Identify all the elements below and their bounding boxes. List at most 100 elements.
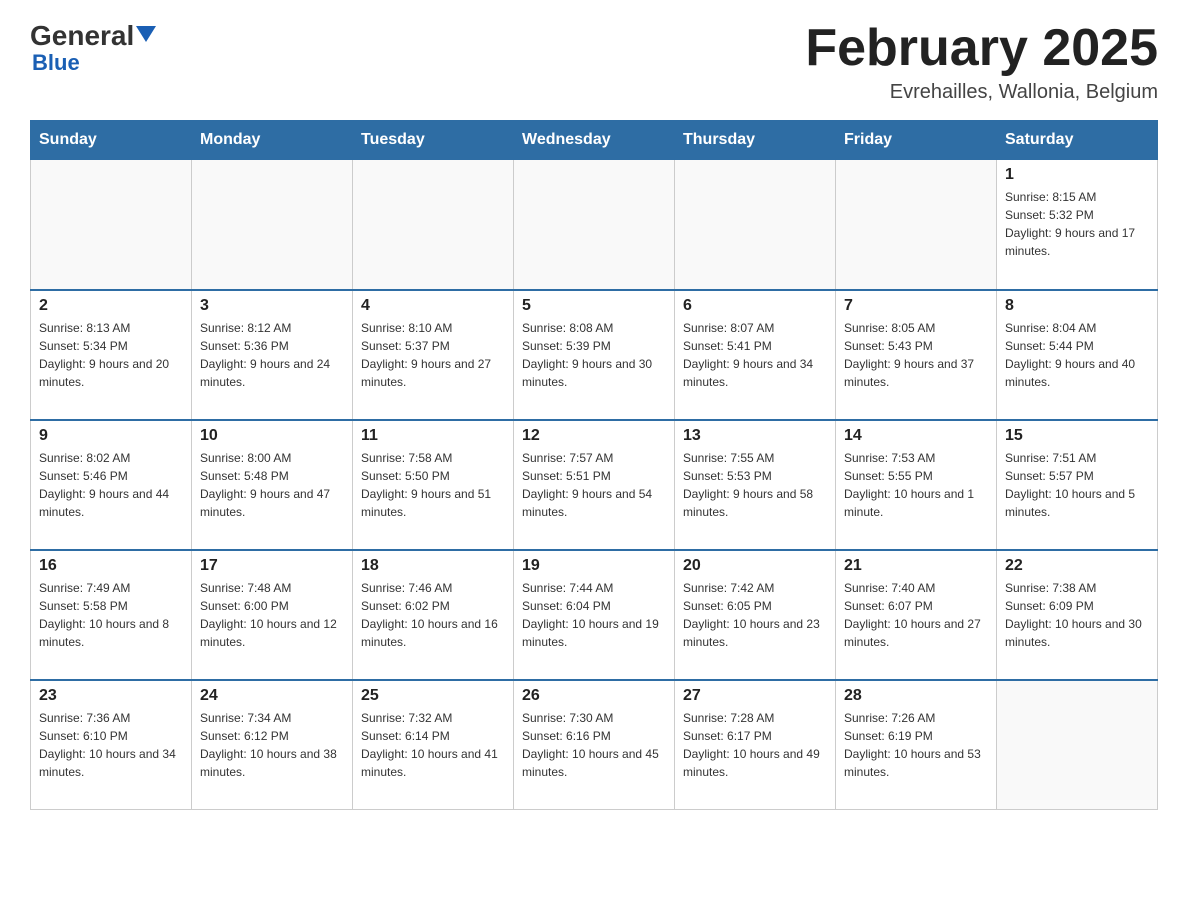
day-number: 25	[361, 687, 505, 705]
calendar-cell: 1 Sunrise: 8:15 AMSunset: 5:32 PMDaylight…	[997, 160, 1158, 290]
calendar-header-row: Sunday Monday Tuesday Wednesday Thursday…	[31, 121, 1158, 160]
calendar-cell: 24 Sunrise: 7:34 AMSunset: 6:12 PMDayligh…	[192, 680, 353, 810]
day-info: Sunrise: 7:38 AMSunset: 6:09 PMDaylight:…	[1005, 579, 1149, 651]
header-wednesday: Wednesday	[514, 121, 675, 160]
calendar-cell	[353, 160, 514, 290]
day-info: Sunrise: 7:55 AMSunset: 5:53 PMDaylight:…	[683, 449, 827, 521]
calendar-cell: 3 Sunrise: 8:12 AMSunset: 5:36 PMDaylight…	[192, 290, 353, 420]
calendar-cell: 15 Sunrise: 7:51 AMSunset: 5:57 PMDayligh…	[997, 420, 1158, 550]
calendar-cell: 16Sunrise: 7:49 AMSunset: 5:58 PMDayligh…	[31, 550, 192, 680]
logo-triangle-icon	[136, 26, 156, 42]
day-number: 24	[200, 687, 344, 705]
day-info: Sunrise: 7:58 AMSunset: 5:50 PMDaylight:…	[361, 449, 505, 521]
calendar-cell: 18 Sunrise: 7:46 AMSunset: 6:02 PMDayligh…	[353, 550, 514, 680]
day-info: Sunrise: 8:13 AMSunset: 5:34 PMDaylight:…	[39, 319, 183, 391]
header-monday: Monday	[192, 121, 353, 160]
calendar-cell: 13 Sunrise: 7:55 AMSunset: 5:53 PMDayligh…	[675, 420, 836, 550]
calendar-cell: 26 Sunrise: 7:30 AMSunset: 6:16 PMDayligh…	[514, 680, 675, 810]
day-info: Sunrise: 7:46 AMSunset: 6:02 PMDaylight:…	[361, 579, 505, 651]
day-number: 1	[1005, 166, 1149, 184]
day-info: Sunrise: 8:04 AMSunset: 5:44 PMDaylight:…	[1005, 319, 1149, 391]
logo-general-text: General	[30, 20, 134, 52]
day-number: 12	[522, 427, 666, 445]
day-number: 7	[844, 297, 988, 315]
calendar-cell: 9 Sunrise: 8:02 AMSunset: 5:46 PMDaylight…	[31, 420, 192, 550]
day-info: Sunrise: 8:15 AMSunset: 5:32 PMDaylight:…	[1005, 188, 1149, 260]
calendar-week-5: 23 Sunrise: 7:36 AMSunset: 6:10 PMDayligh…	[31, 680, 1158, 810]
calendar-cell: 25 Sunrise: 7:32 AMSunset: 6:14 PMDayligh…	[353, 680, 514, 810]
day-number: 8	[1005, 297, 1149, 315]
day-number: 2	[39, 297, 183, 315]
calendar-cell: 8 Sunrise: 8:04 AMSunset: 5:44 PMDaylight…	[997, 290, 1158, 420]
day-info: Sunrise: 7:32 AMSunset: 6:14 PMDaylight:…	[361, 709, 505, 781]
day-number: 5	[522, 297, 666, 315]
day-number: 6	[683, 297, 827, 315]
day-info: Sunrise: 8:07 AMSunset: 5:41 PMDaylight:…	[683, 319, 827, 391]
day-number: 23	[39, 687, 183, 705]
day-info: Sunrise: 8:02 AMSunset: 5:46 PMDaylight:…	[39, 449, 183, 521]
header-friday: Friday	[836, 121, 997, 160]
header-thursday: Thursday	[675, 121, 836, 160]
calendar-cell: 2 Sunrise: 8:13 AMSunset: 5:34 PMDaylight…	[31, 290, 192, 420]
day-info: Sunrise: 7:26 AMSunset: 6:19 PMDaylight:…	[844, 709, 988, 781]
logo-blue-text: Blue	[32, 50, 80, 76]
calendar-cell: 17Sunrise: 7:48 AMSunset: 6:00 PMDayligh…	[192, 550, 353, 680]
calendar-cell: 23 Sunrise: 7:36 AMSunset: 6:10 PMDayligh…	[31, 680, 192, 810]
day-number: 18	[361, 557, 505, 575]
day-number: 22	[1005, 557, 1149, 575]
calendar-cell: 5Sunrise: 8:08 AMSunset: 5:39 PMDaylight…	[514, 290, 675, 420]
day-info: Sunrise: 7:34 AMSunset: 6:12 PMDaylight:…	[200, 709, 344, 781]
calendar-cell: 20 Sunrise: 7:42 AMSunset: 6:05 PMDayligh…	[675, 550, 836, 680]
calendar-cell: 22 Sunrise: 7:38 AMSunset: 6:09 PMDayligh…	[997, 550, 1158, 680]
header-sunday: Sunday	[31, 121, 192, 160]
day-info: Sunrise: 8:10 AMSunset: 5:37 PMDaylight:…	[361, 319, 505, 391]
calendar-cell: 21Sunrise: 7:40 AMSunset: 6:07 PMDayligh…	[836, 550, 997, 680]
logo: General	[30, 20, 156, 52]
title-area: February 2025 Evrehailles, Wallonia, Bel…	[805, 20, 1158, 104]
day-info: Sunrise: 7:36 AMSunset: 6:10 PMDaylight:…	[39, 709, 183, 781]
calendar-cell	[997, 680, 1158, 810]
day-info: Sunrise: 7:53 AMSunset: 5:55 PMDaylight:…	[844, 449, 988, 521]
day-number: 15	[1005, 427, 1149, 445]
day-number: 13	[683, 427, 827, 445]
day-info: Sunrise: 7:30 AMSunset: 6:16 PMDaylight:…	[522, 709, 666, 781]
calendar-cell	[836, 160, 997, 290]
calendar-week-4: 16Sunrise: 7:49 AMSunset: 5:58 PMDayligh…	[31, 550, 1158, 680]
day-info: Sunrise: 7:44 AMSunset: 6:04 PMDaylight:…	[522, 579, 666, 651]
day-info: Sunrise: 7:48 AMSunset: 6:00 PMDaylight:…	[200, 579, 344, 651]
day-number: 19	[522, 557, 666, 575]
calendar-cell: 6 Sunrise: 8:07 AMSunset: 5:41 PMDaylight…	[675, 290, 836, 420]
day-number: 28	[844, 687, 988, 705]
calendar-cell: 7 Sunrise: 8:05 AMSunset: 5:43 PMDaylight…	[836, 290, 997, 420]
calendar-cell: 10Sunrise: 8:00 AMSunset: 5:48 PMDayligh…	[192, 420, 353, 550]
day-info: Sunrise: 7:51 AMSunset: 5:57 PMDaylight:…	[1005, 449, 1149, 521]
calendar-week-1: 1 Sunrise: 8:15 AMSunset: 5:32 PMDaylight…	[31, 160, 1158, 290]
day-number: 4	[361, 297, 505, 315]
day-info: Sunrise: 8:05 AMSunset: 5:43 PMDaylight:…	[844, 319, 988, 391]
calendar-table: Sunday Monday Tuesday Wednesday Thursday…	[30, 120, 1158, 810]
page-header: General Blue February 2025 Evrehailles, …	[30, 20, 1158, 104]
calendar-cell: 28 Sunrise: 7:26 AMSunset: 6:19 PMDayligh…	[836, 680, 997, 810]
calendar-cell	[514, 160, 675, 290]
calendar-cell	[31, 160, 192, 290]
calendar-week-2: 2 Sunrise: 8:13 AMSunset: 5:34 PMDaylight…	[31, 290, 1158, 420]
day-info: Sunrise: 7:42 AMSunset: 6:05 PMDaylight:…	[683, 579, 827, 651]
calendar-body: 1 Sunrise: 8:15 AMSunset: 5:32 PMDaylight…	[31, 160, 1158, 810]
calendar-cell: 27 Sunrise: 7:28 AMSunset: 6:17 PMDayligh…	[675, 680, 836, 810]
header-saturday: Saturday	[997, 121, 1158, 160]
day-info: Sunrise: 7:28 AMSunset: 6:17 PMDaylight:…	[683, 709, 827, 781]
day-number: 9	[39, 427, 183, 445]
page-title: February 2025	[805, 20, 1158, 77]
calendar-header: Sunday Monday Tuesday Wednesday Thursday…	[31, 121, 1158, 160]
day-number: 10	[200, 427, 344, 445]
day-number: 21	[844, 557, 988, 575]
day-number: 26	[522, 687, 666, 705]
day-info: Sunrise: 7:57 AMSunset: 5:51 PMDaylight:…	[522, 449, 666, 521]
day-number: 3	[200, 297, 344, 315]
day-number: 27	[683, 687, 827, 705]
day-info: Sunrise: 8:12 AMSunset: 5:36 PMDaylight:…	[200, 319, 344, 391]
calendar-cell: 11 Sunrise: 7:58 AMSunset: 5:50 PMDayligh…	[353, 420, 514, 550]
calendar-week-3: 9 Sunrise: 8:02 AMSunset: 5:46 PMDaylight…	[31, 420, 1158, 550]
day-number: 20	[683, 557, 827, 575]
day-number: 11	[361, 427, 505, 445]
